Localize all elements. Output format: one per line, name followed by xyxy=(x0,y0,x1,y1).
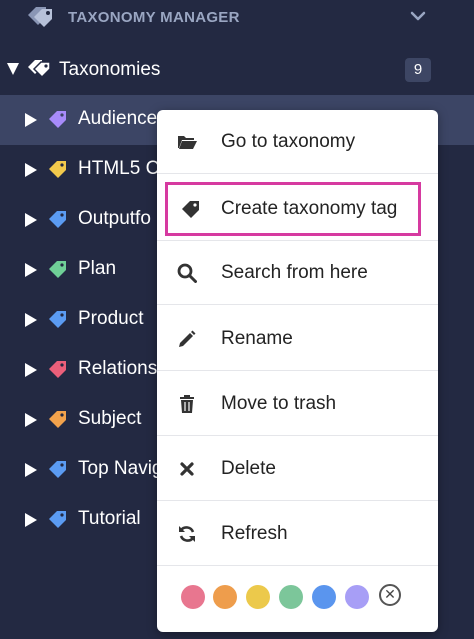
tree-item-label: Relations xyxy=(78,358,158,379)
menu-item-label: Search from here xyxy=(221,262,368,283)
color-swatches: ✕ xyxy=(157,566,438,632)
caret-right-icon[interactable] xyxy=(25,413,37,427)
swatch-pink[interactable] xyxy=(181,585,205,609)
tree-item-label: HTML5 C xyxy=(78,158,160,179)
menu-item-label: Delete xyxy=(221,458,276,479)
caret-right-icon[interactable] xyxy=(25,113,37,127)
tree-item-label: Product xyxy=(78,308,144,329)
menu-item-create-taxonomy-tag[interactable]: Create taxonomy tag xyxy=(165,182,421,236)
tag-icon xyxy=(49,211,66,228)
tag-icon xyxy=(182,201,199,218)
panel-title: TAXONOMY MANAGER xyxy=(68,9,240,26)
caret-right-icon[interactable] xyxy=(25,463,37,477)
menu-item-label: Move to trash xyxy=(221,393,337,414)
menu-item-search-from-here[interactable]: Search from here xyxy=(157,241,438,305)
tree-item-label: Plan xyxy=(78,258,117,279)
tag-icon xyxy=(49,311,66,328)
swatch-purple[interactable] xyxy=(345,585,369,609)
tag-icon xyxy=(49,161,66,178)
menu-item-delete[interactable]: Delete xyxy=(157,437,438,501)
caret-right-icon[interactable] xyxy=(25,163,37,177)
caret-right-icon[interactable] xyxy=(25,363,37,377)
menu-item-refresh[interactable]: Refresh xyxy=(157,502,438,566)
trash-icon xyxy=(180,395,194,413)
caret-right-icon[interactable] xyxy=(25,313,37,327)
menu-item-rename[interactable]: Rename xyxy=(157,307,438,371)
chevron-down-icon[interactable] xyxy=(410,8,426,24)
caret-right-icon[interactable] xyxy=(25,263,37,277)
tree-item-label: Top Navig xyxy=(78,458,163,479)
tag-icon xyxy=(49,261,66,278)
swatch-yellow[interactable] xyxy=(246,585,270,609)
swatch-orange[interactable] xyxy=(213,585,237,609)
count-badge: 9 xyxy=(405,58,431,82)
swatch-green[interactable] xyxy=(279,585,303,609)
tag-icon xyxy=(49,111,66,128)
tag-icon xyxy=(49,511,66,528)
menu-item-label: Refresh xyxy=(221,523,288,544)
menu-item-go-to-taxonomy[interactable]: Go to taxonomy xyxy=(157,110,438,174)
tree-item-label: Audience xyxy=(78,108,158,129)
tag-icon xyxy=(49,411,66,428)
refresh-icon xyxy=(179,526,195,542)
tag-icon xyxy=(49,361,66,378)
folder-open-icon xyxy=(178,136,197,149)
pencil-icon xyxy=(179,330,196,347)
tree-item-label: Tutorial xyxy=(78,508,141,529)
panel-header: TAXONOMY MANAGER xyxy=(0,0,474,36)
context-menu: Go to taxonomy Create taxonomy tag Searc… xyxy=(157,110,438,632)
menu-item-label: Rename xyxy=(221,328,293,349)
tree-item-label: Outputfo xyxy=(78,208,151,229)
caret-right-icon[interactable] xyxy=(25,213,37,227)
caret-down-icon[interactable] xyxy=(7,63,19,75)
caret-right-icon[interactable] xyxy=(25,513,37,527)
tree-root-taxonomies[interactable]: Taxonomies 9 xyxy=(0,48,474,92)
menu-item-label: Create taxonomy tag xyxy=(221,198,398,219)
tree-root-label: Taxonomies xyxy=(59,59,161,80)
menu-item-label: Go to taxonomy xyxy=(221,131,356,152)
search-icon xyxy=(177,263,197,283)
tags-icon xyxy=(28,60,51,79)
tags-icon xyxy=(28,7,52,27)
close-icon xyxy=(180,462,194,476)
tag-icon xyxy=(49,461,66,478)
menu-item-move-to-trash[interactable]: Move to trash xyxy=(157,372,438,436)
tree-item-label: Subject xyxy=(78,408,142,429)
clear-color-icon[interactable]: ✕ xyxy=(379,584,401,606)
swatch-blue[interactable] xyxy=(312,585,336,609)
